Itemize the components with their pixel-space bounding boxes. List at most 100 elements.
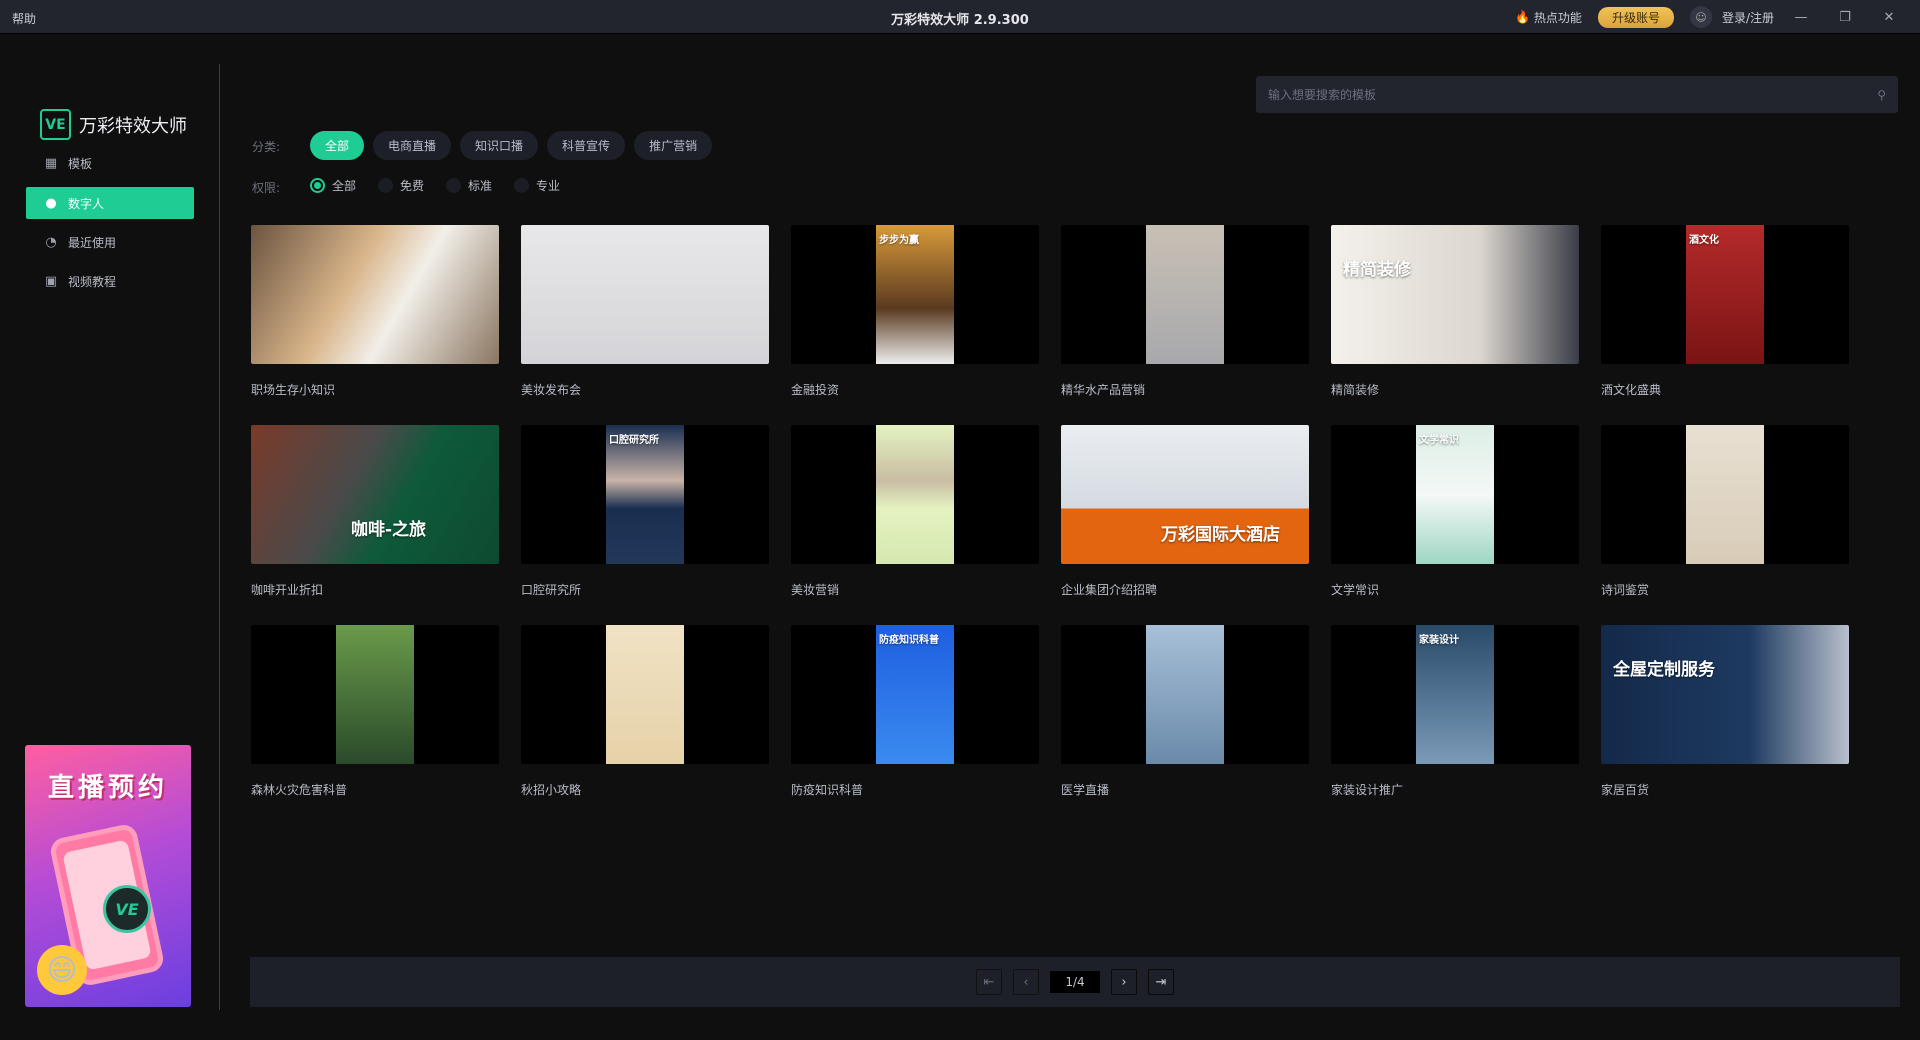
user-icon[interactable]: ☺ <box>1689 6 1712 28</box>
sidebar-item-label: 视频教程 <box>68 274 117 289</box>
template-title: 口腔研究所 <box>521 583 582 597</box>
hot-features-link[interactable]: 热点功能 <box>1534 9 1582 26</box>
radio-button[interactable] <box>310 178 325 193</box>
thumbnail-headline: 全屋定制服务 <box>1613 660 1715 680</box>
template-thumbnail[interactable] <box>251 625 499 764</box>
template-thumbnail[interactable] <box>521 225 769 364</box>
template-card[interactable]: 秋招小攻略 <box>521 625 769 798</box>
template-card[interactable]: 精华水产品营销 <box>1061 225 1309 398</box>
template-card[interactable]: 美妆发布会 <box>521 225 769 398</box>
login-register-link[interactable]: 登录/注册 <box>1722 9 1774 26</box>
permission-free[interactable]: 免费 <box>378 177 424 194</box>
prev-page-button[interactable]: ‹ <box>1013 969 1039 995</box>
template-thumbnail[interactable]: 咖啡-之旅 <box>251 425 499 564</box>
sidebar-item-label: 模板 <box>68 156 93 171</box>
template-title: 文学常识 <box>1331 583 1380 597</box>
template-card[interactable]: 步步为赢 金融投资 <box>791 225 1039 398</box>
next-page-button[interactable]: › <box>1111 969 1137 995</box>
template-card[interactable]: 美妆营销 <box>791 425 1039 598</box>
radio-label: 全部 <box>332 179 357 193</box>
template-card[interactable]: 文学常识 文学常识 <box>1331 425 1579 598</box>
thumbnail-image <box>1146 625 1224 764</box>
permission-radios: 全部 免费 标准 专业 <box>310 177 560 194</box>
template-card[interactable]: 医学直播 <box>1061 625 1309 798</box>
template-thumbnail[interactable]: 步步为赢 <box>791 225 1039 364</box>
category-marketing[interactable]: 推广营销 <box>634 131 713 160</box>
radio-button[interactable] <box>514 178 530 193</box>
radio-button[interactable] <box>378 178 394 193</box>
pagination: ⇤ ‹ 1/4 › ⇥ <box>250 957 1900 1007</box>
thumbnail-image <box>521 225 769 364</box>
template-thumbnail[interactable]: 防疫知识科普 <box>791 625 1039 764</box>
template-card[interactable]: 全屋定制服务家居百货 <box>1601 625 1849 798</box>
restore-button[interactable]: ❐ <box>1828 10 1862 25</box>
category-knowledge[interactable]: 知识口播 <box>460 131 539 160</box>
category-label: 分类: <box>252 140 281 154</box>
category-ecommerce-live[interactable]: 电商直播 <box>373 131 452 160</box>
template-card[interactable]: 酒文化酒文化盛典 <box>1601 225 1849 398</box>
template-thumbnail[interactable] <box>1601 425 1849 564</box>
permission-all[interactable]: 全部 <box>310 177 356 194</box>
sidebar-item-templates[interactable]: ▦ 模板 <box>26 147 194 179</box>
thumbnail-headline: 酒文化 <box>1689 235 1719 246</box>
template-thumbnail[interactable]: 精简装修 <box>1331 225 1579 364</box>
search-icon[interactable]: ⚲ <box>1877 88 1886 102</box>
thumbnail-image <box>876 425 954 564</box>
category-science[interactable]: 科普宣传 <box>547 131 626 160</box>
template-card[interactable]: 万彩国际大酒店企业集团介绍招聘 <box>1061 425 1309 598</box>
template-icon: ▦ <box>44 155 58 171</box>
template-title: 森林火灾危害科普 <box>251 783 348 797</box>
permission-standard[interactable]: 标准 <box>446 177 492 194</box>
upgrade-account-button[interactable]: 升级账号 <box>1597 6 1674 28</box>
template-card[interactable]: 咖啡-之旅咖啡开业折扣 <box>251 425 499 598</box>
template-card[interactable]: 森林火灾危害科普 <box>251 625 499 798</box>
smile-emoji-icon: 😄 <box>37 945 87 995</box>
template-card[interactable]: 防疫知识科普 防疫知识科普 <box>791 625 1039 798</box>
radio-button[interactable] <box>446 178 462 193</box>
template-card[interactable]: 口腔研究所 口腔研究所 <box>521 425 769 598</box>
template-title: 家居百货 <box>1601 783 1650 797</box>
template-card[interactable]: 家装设计家装设计推广 <box>1331 625 1579 798</box>
thumbnail-image <box>1146 225 1224 364</box>
sidebar-item-digital-human[interactable]: ● 数字人 <box>26 187 194 219</box>
category-all[interactable]: 全部 <box>310 131 365 160</box>
template-title: 酒文化盛典 <box>1601 383 1662 397</box>
permission-pro[interactable]: 专业 <box>514 177 560 194</box>
live-booking-promo-banner[interactable]: 直播预约 VE 😄 <box>25 745 191 1007</box>
template-thumbnail[interactable]: 万彩国际大酒店 <box>1061 425 1309 564</box>
thumbnail-image <box>1331 225 1579 364</box>
sidebar-item-label: 数字人 <box>68 196 105 211</box>
first-page-button[interactable]: ⇤ <box>976 969 1002 995</box>
template-thumbnail[interactable] <box>251 225 499 364</box>
template-card[interactable]: 职场生存小知识 <box>251 225 499 398</box>
thumbnail-headline: 文学常识 <box>1419 435 1459 446</box>
search-input[interactable] <box>1268 87 1878 102</box>
thumbnail-headline: 万彩国际大酒店 <box>1161 525 1280 545</box>
template-title: 咖啡开业折扣 <box>251 583 324 597</box>
template-thumbnail[interactable]: 酒文化 <box>1601 225 1849 364</box>
template-thumbnail[interactable] <box>1061 225 1309 364</box>
flame-icon: 🔥 <box>1514 10 1530 24</box>
last-page-button[interactable]: ⇥ <box>1148 969 1174 995</box>
minimize-button[interactable]: — <box>1784 10 1818 25</box>
clock-icon: ◔ <box>45 234 57 250</box>
template-card[interactable]: 诗词鉴赏 <box>1601 425 1849 598</box>
close-button[interactable]: ✕ <box>1872 10 1906 25</box>
template-thumbnail[interactable]: 文学常识 <box>1331 425 1579 564</box>
thumbnail-headline: 口腔研究所 <box>609 435 659 446</box>
template-thumbnail[interactable] <box>521 625 769 764</box>
template-title: 家装设计推广 <box>1331 783 1404 797</box>
template-title: 企业集团介绍招聘 <box>1061 583 1158 597</box>
sidebar-item-recent[interactable]: ◔ 最近使用 <box>26 226 194 258</box>
logo: VE 万彩特效大师 <box>40 109 187 140</box>
sidebar-item-video-tutorials[interactable]: ▣ 视频教程 <box>26 265 194 297</box>
template-thumbnail[interactable]: 口腔研究所 <box>521 425 769 564</box>
template-thumbnail[interactable] <box>1061 625 1309 764</box>
thumbnail-headline: 防疫知识科普 <box>879 635 939 646</box>
thumbnail-image <box>1686 425 1764 564</box>
template-card[interactable]: 精简装修 精简装修 <box>1331 225 1579 398</box>
template-thumbnail[interactable] <box>791 425 1039 564</box>
template-thumbnail[interactable]: 家装设计 <box>1331 625 1579 764</box>
template-title: 防疫知识科普 <box>791 783 864 797</box>
template-thumbnail[interactable]: 全屋定制服务 <box>1601 625 1849 764</box>
